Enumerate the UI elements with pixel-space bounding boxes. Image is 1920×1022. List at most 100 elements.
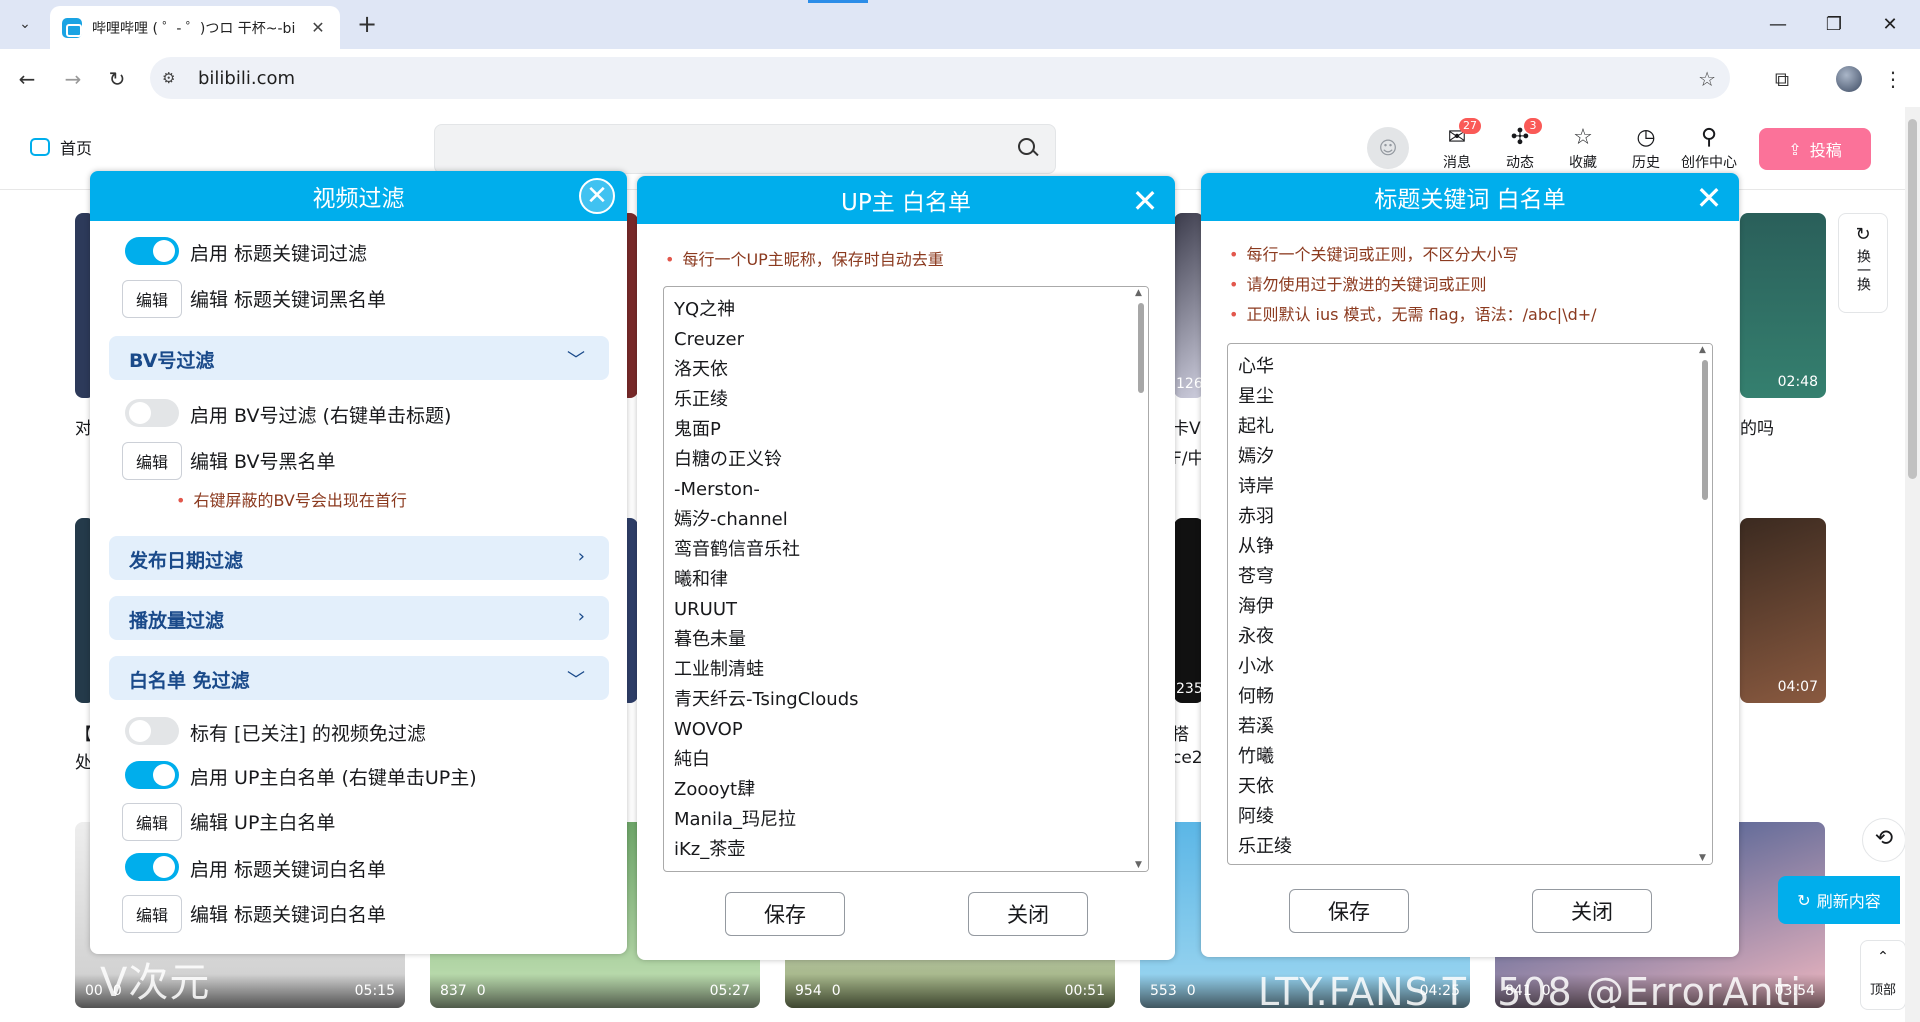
- textarea-line: 白糖の正义铃: [674, 449, 782, 470]
- section-play-filter[interactable]: 播放量过滤 ›: [109, 596, 609, 640]
- section-date-filter[interactable]: 发布日期过滤 ›: [109, 536, 609, 580]
- textarea-scroll-thumb[interactable]: [1138, 303, 1144, 393]
- search-icon[interactable]: [1017, 137, 1039, 159]
- bookmark-star-icon[interactable]: ☆: [1698, 67, 1716, 91]
- bv-hint: • 右键屏蔽的BV号会出现在首行: [176, 491, 407, 510]
- restore-button[interactable]: ❐: [1814, 8, 1854, 40]
- video-duration: 04:07: [1777, 679, 1818, 695]
- user-avatar[interactable]: ☺: [1367, 127, 1409, 169]
- extensions-icon[interactable]: ⧉: [1765, 62, 1799, 96]
- nav-history[interactable]: ◷ 历史: [1620, 124, 1672, 172]
- address-bar[interactable]: ⚙ bilibili.com ☆: [150, 57, 1730, 99]
- up-whitelist-toggle[interactable]: [125, 761, 179, 789]
- nav-favorites[interactable]: ☆ 收藏: [1557, 124, 1609, 172]
- replay-icon[interactable]: ⟲: [1862, 818, 1906, 862]
- section-play-filter-label: 播放量过滤: [129, 610, 225, 632]
- bv-filter-toggle[interactable]: [125, 399, 179, 427]
- tab-search-button[interactable]: ⌄: [8, 7, 42, 41]
- close-icon[interactable]: ✕: [1127, 183, 1163, 219]
- bilibili-favicon-icon: [62, 17, 82, 38]
- panel-header: 视频过滤 ✕: [90, 171, 627, 221]
- panel-title: 标题关键词 白名单: [1374, 187, 1566, 213]
- video-duration: 00:51: [1064, 983, 1105, 999]
- edit-title-keyword-whitelist-button[interactable]: 编辑: [122, 895, 182, 933]
- page-scrollbar[interactable]: [1905, 107, 1920, 1022]
- video-title[interactable]: 卡V: [1172, 414, 1201, 439]
- back-button[interactable]: ←: [10, 62, 44, 96]
- video-title[interactable]: F/中: [1172, 444, 1205, 469]
- close-button[interactable]: 关闭: [1532, 889, 1652, 933]
- kw-panel-hint-text: 每行一个关键词或正则，不区分大小写: [1246, 245, 1519, 264]
- nav-creator-center[interactable]: ⚲ 创作中心: [1674, 124, 1744, 172]
- window-close-button[interactable]: ✕: [1870, 8, 1910, 40]
- browser-menu-icon[interactable]: ⋮: [1876, 62, 1910, 96]
- save-button[interactable]: 保存: [725, 892, 845, 936]
- video-views: 954: [795, 983, 822, 999]
- forward-button[interactable]: →: [56, 62, 90, 96]
- video-thumbnail[interactable]: 04:07: [1740, 518, 1826, 703]
- nav-message[interactable]: ✉ 27 消息: [1431, 118, 1483, 172]
- textarea-scrollbar[interactable]: ▲ ▼: [1133, 287, 1148, 871]
- tab-close-icon[interactable]: ✕: [308, 18, 328, 37]
- followed-exempt-toggle[interactable]: [125, 717, 179, 745]
- video-thumbnail[interactable]: 126: [1174, 213, 1204, 398]
- textarea-line: 乐正绫: [1238, 836, 1292, 857]
- section-bv-filter-label: BV号过滤: [129, 350, 215, 372]
- video-danmaku: 0: [476, 983, 486, 999]
- page-scrollbar-thumb[interactable]: [1908, 119, 1917, 479]
- home-link[interactable]: 首页: [30, 135, 92, 159]
- upload-label: 投稿: [1809, 141, 1842, 160]
- nav-dynamic[interactable]: ✣ 3 动态: [1494, 118, 1546, 172]
- upload-button[interactable]: ⇪ 投稿: [1759, 128, 1871, 170]
- section-whitelist[interactable]: 白名单 免过滤 ﹀: [109, 656, 609, 700]
- refresh-content-button[interactable]: ↻ 刷新内容: [1778, 876, 1900, 924]
- close-icon[interactable]: ✕: [579, 178, 615, 214]
- scroll-down-icon[interactable]: ▼: [1135, 860, 1142, 870]
- up-panel-hint-text: 每行一个UP主昵称，保存时自动去重: [682, 250, 944, 269]
- video-thumbnail[interactable]: 235: [1174, 518, 1204, 703]
- switch-batch-button[interactable]: ↻ 换一换: [1838, 213, 1888, 313]
- textarea-line: 星尘: [1238, 386, 1274, 407]
- chevron-right-icon: ›: [577, 606, 585, 627]
- save-button[interactable]: 保存: [1289, 889, 1409, 933]
- title-keyword-whitelist-textarea[interactable]: 心华 星尘 起礼 嫣汐 诗岸 赤羽 从铮 苍穹 海伊 永夜 小冰 何畅 若溪 竹…: [1227, 343, 1713, 865]
- title-keyword-filter-toggle[interactable]: [125, 237, 179, 265]
- search-input[interactable]: [434, 124, 1056, 174]
- title-keyword-whitelist-toggle[interactable]: [125, 853, 179, 881]
- video-title[interactable]: 的吗: [1740, 414, 1774, 439]
- refresh-label: 刷新内容: [1816, 892, 1881, 911]
- scroll-up-icon[interactable]: ▲: [1135, 288, 1142, 298]
- textarea-line: 永夜: [1238, 626, 1274, 647]
- edit-title-keyword-blacklist-button[interactable]: 编辑: [122, 280, 182, 318]
- textarea-line: 鬼面P: [674, 419, 721, 440]
- close-button[interactable]: 关闭: [968, 892, 1088, 936]
- panel-header: 标题关键词 白名单 ✕: [1201, 173, 1739, 221]
- textarea-scroll-thumb[interactable]: [1702, 360, 1708, 500]
- video-duration: 05:27: [709, 983, 750, 999]
- browser-tab-active[interactable]: 哔哩哔哩 ( ゜- ゜)つロ 干杯~-bi ✕: [50, 6, 340, 49]
- textarea-line: 曦和律: [674, 569, 728, 590]
- textarea-line: 何畅: [1238, 686, 1274, 707]
- scroll-down-icon[interactable]: ▼: [1699, 853, 1706, 863]
- reload-button[interactable]: ↻: [100, 62, 134, 96]
- textarea-line: 赤羽: [1238, 506, 1274, 527]
- edit-up-whitelist-button[interactable]: 编辑: [122, 803, 182, 841]
- up-whitelist-textarea[interactable]: YQ之神 Creuzer 洛天依 乐正绫 鬼面P 白糖の正义铃 -Merston…: [663, 286, 1149, 872]
- back-to-top-button[interactable]: ⌃ 顶部: [1860, 940, 1906, 1010]
- textarea-line: 洛天依: [674, 359, 728, 380]
- scroll-up-icon[interactable]: ▲: [1699, 345, 1706, 355]
- close-icon[interactable]: ✕: [1691, 180, 1727, 216]
- section-bv-filter[interactable]: BV号过滤 ﹀: [109, 336, 609, 380]
- video-thumbnail[interactable]: 02:48: [1740, 213, 1826, 398]
- site-info-icon[interactable]: ⚙: [162, 69, 188, 87]
- new-tab-button[interactable]: +: [350, 7, 384, 41]
- textarea-scrollbar[interactable]: ▲ ▼: [1697, 344, 1712, 864]
- edit-bv-blacklist-button[interactable]: 编辑: [122, 442, 182, 480]
- top-label: 顶部: [1869, 983, 1896, 998]
- textarea-line: 鸾音鹤信音乐社: [674, 539, 800, 560]
- profile-avatar[interactable]: [1836, 66, 1862, 92]
- video-stats: 954 0 00:51: [785, 974, 1115, 1008]
- minimize-button[interactable]: —: [1758, 8, 1798, 40]
- clock-icon: ◷: [1636, 125, 1656, 150]
- video-filter-panel: 视频过滤 ✕ 启用 标题关键词过滤 编辑 编辑 标题关键词黑名单 BV号过滤 ﹀…: [90, 171, 627, 954]
